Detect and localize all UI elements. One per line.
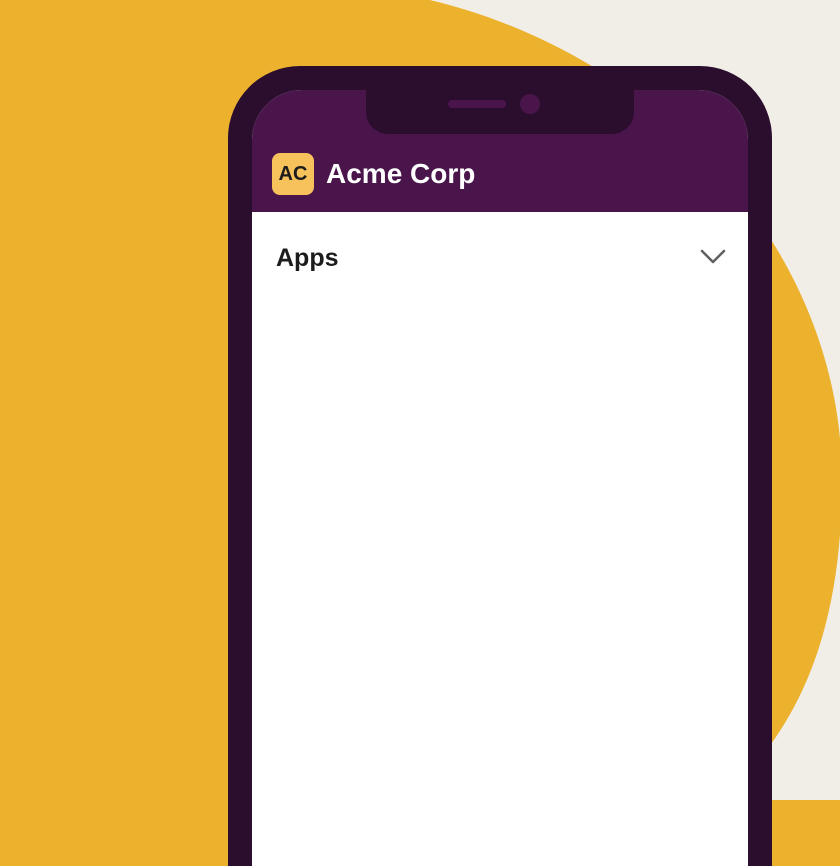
- apps-section-header[interactable]: Apps: [252, 212, 748, 308]
- workspace-avatar: AC: [272, 153, 314, 195]
- chevron-down-icon[interactable]: [700, 248, 726, 266]
- app-header: AC Acme Corp: [252, 90, 748, 212]
- workspace-name: Acme Corp: [326, 158, 476, 189]
- workspace-switcher[interactable]: AC Acme Corp: [272, 153, 475, 195]
- apps-section-label: Apps: [276, 244, 339, 272]
- speaker-icon: [448, 100, 506, 108]
- phone-notch: [366, 90, 634, 134]
- phone-screen: AC Acme Corp Apps: [252, 90, 748, 866]
- camera-icon: [520, 94, 540, 114]
- phone-frame: AC Acme Corp Apps: [228, 66, 772, 866]
